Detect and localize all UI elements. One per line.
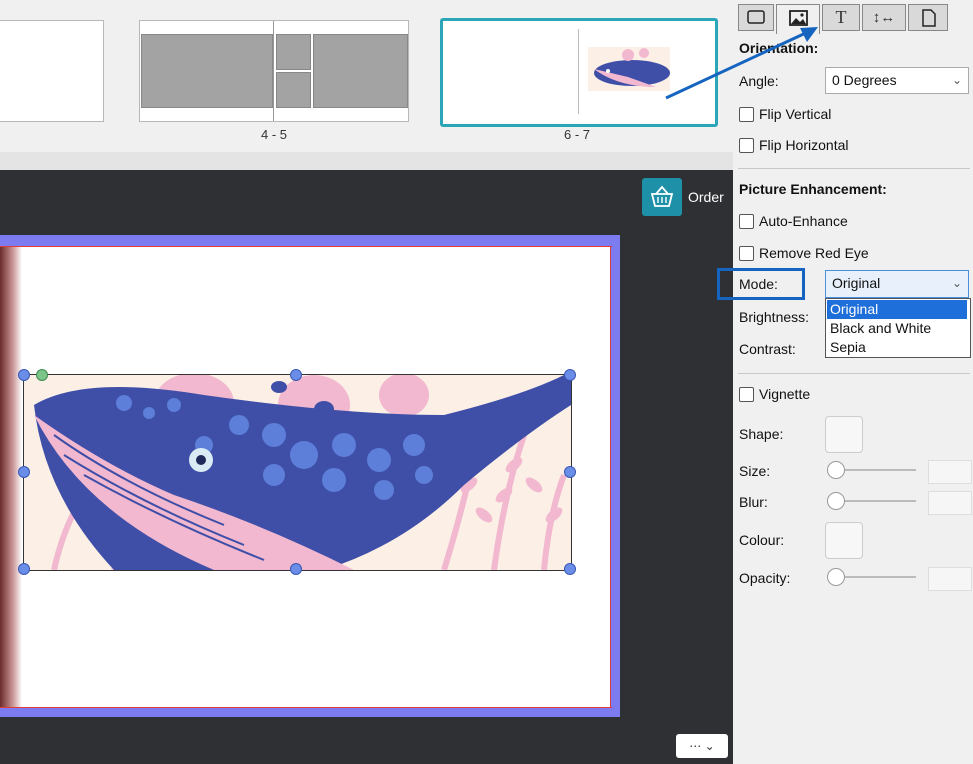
spacing-tab[interactable]: ↕↔: [862, 4, 906, 31]
vignette-label[interactable]: Vignette: [759, 386, 810, 402]
resize-handle-top[interactable]: [290, 369, 302, 381]
order-button[interactable]: [642, 178, 682, 216]
mode-dropdown-list: Original Black and White Sepia: [825, 298, 971, 358]
angle-select-value: 0 Degrees: [832, 72, 897, 88]
shape-label: Shape:: [739, 426, 784, 442]
colour-label: Colour:: [739, 532, 785, 548]
resize-handle-right[interactable]: [564, 466, 576, 478]
auto-enhance-label[interactable]: Auto-Enhance: [759, 213, 848, 229]
mode-option-sepia[interactable]: Sepia: [827, 338, 967, 357]
resize-handle-top-left[interactable]: [18, 369, 30, 381]
angle-select[interactable]: 0 Degrees ⌄: [825, 67, 969, 94]
resize-handle-top-right[interactable]: [564, 369, 576, 381]
mode-select-value: Original: [832, 275, 881, 291]
section-divider: [738, 373, 970, 374]
size-label: Size:: [739, 463, 771, 479]
mode-highlight-box: [717, 268, 805, 300]
mode-option-black-and-white[interactable]: Black and White: [827, 319, 967, 338]
opacity-slider-thumb[interactable]: [827, 568, 845, 586]
resize-handle-bottom-right[interactable]: [564, 563, 576, 575]
size-slider-thumb[interactable]: [827, 461, 845, 479]
text-icon: T: [835, 7, 847, 27]
blur-label: Blur:: [739, 494, 768, 510]
blur-slider-thumb[interactable]: [827, 492, 845, 510]
spread-thumbnail-2-3[interactable]: [0, 20, 104, 122]
mode-select[interactable]: Original ⌄: [825, 270, 969, 298]
section-divider: [738, 168, 970, 169]
order-label[interactable]: Order: [688, 189, 724, 205]
spread-label-6-7: 6 - 7: [563, 127, 590, 142]
colour-picker[interactable]: [825, 522, 863, 559]
bleed-line-top: [0, 246, 612, 247]
shape-picker[interactable]: [825, 416, 863, 453]
remove-red-eye-checkbox[interactable]: [739, 246, 754, 261]
whale-illustration: [24, 375, 571, 570]
spread-thumbnail-strip: 4 - 5 6 - 7: [0, 0, 733, 152]
flip-horizontal-checkbox[interactable]: [739, 138, 754, 153]
whale-thumbnail-image: [588, 47, 670, 91]
annotation-arrow: [665, 27, 818, 100]
chevron-down-icon: ⌄: [951, 73, 962, 87]
basket-icon: [650, 185, 674, 207]
blur-value-box[interactable]: [928, 491, 972, 515]
contrast-label: Contrast:: [739, 341, 796, 357]
page-gutter-shadow: [0, 246, 22, 707]
resize-handle-left[interactable]: [18, 466, 30, 478]
picture-enhancement-heading: Picture Enhancement:: [739, 181, 887, 197]
spacing-icon: ↕↔: [872, 9, 896, 26]
bleed-line-bottom: [0, 707, 612, 708]
remove-red-eye-label[interactable]: Remove Red Eye: [759, 245, 869, 261]
spread-label-4-5: 4 - 5: [260, 127, 287, 142]
bleed-line-right: [610, 246, 611, 708]
page-icon: [922, 9, 936, 27]
resize-handle-bottom[interactable]: [290, 563, 302, 575]
flip-vertical-label[interactable]: Flip Vertical: [759, 106, 831, 122]
mode-option-original[interactable]: Original: [827, 300, 967, 319]
opacity-label: Opacity:: [739, 570, 791, 586]
flip-vertical-checkbox[interactable]: [739, 107, 754, 122]
flip-horizontal-label[interactable]: Flip Horizontal: [759, 137, 848, 153]
spread-thumbnail-4-5[interactable]: [139, 20, 409, 122]
page-tab[interactable]: [908, 4, 948, 31]
whale-photo[interactable]: [23, 374, 572, 571]
vignette-checkbox[interactable]: [739, 387, 754, 402]
strip-divider: [0, 152, 733, 170]
chevron-down-icon: ⌄: [951, 276, 962, 290]
brightness-label: Brightness:: [739, 309, 810, 325]
opacity-value-box[interactable]: [928, 567, 972, 591]
size-value-box[interactable]: [928, 460, 972, 484]
rotate-handle[interactable]: [36, 369, 48, 381]
resize-handle-bottom-left[interactable]: [18, 563, 30, 575]
auto-enhance-checkbox[interactable]: [739, 214, 754, 229]
more-options-button[interactable]: ⋯ ⌄: [676, 734, 728, 758]
